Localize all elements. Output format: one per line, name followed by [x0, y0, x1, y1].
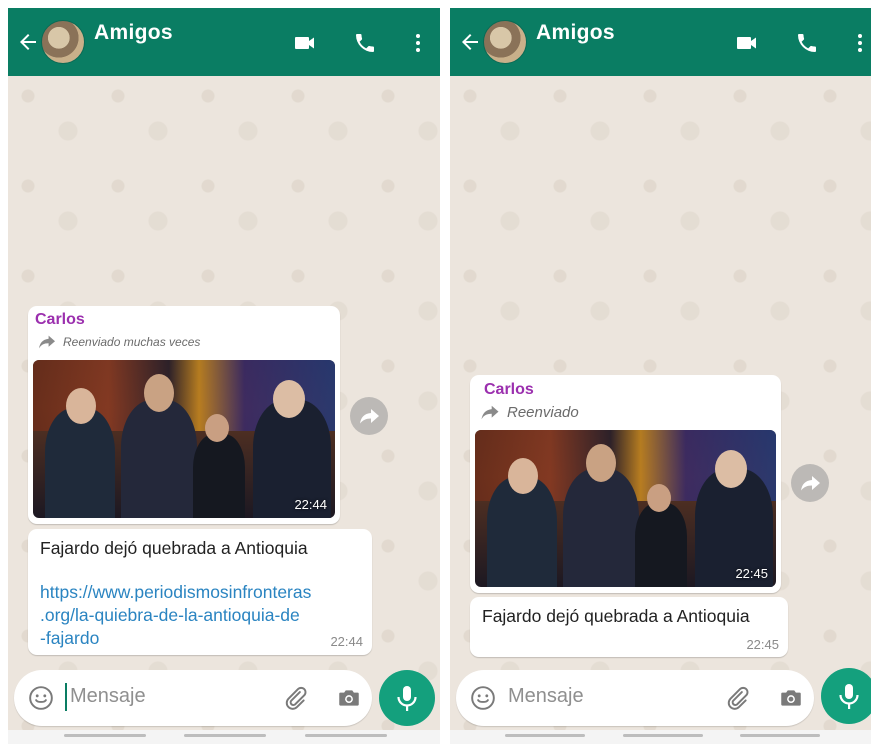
message-link-line-2[interactable]: .org/la-quiebra-de-la-antioquia-de: [40, 604, 300, 627]
message-input-placeholder[interactable]: Mensaje: [508, 685, 584, 708]
video-call-icon[interactable]: [293, 31, 317, 55]
more-vert-icon[interactable]: [406, 31, 430, 55]
emoji-icon[interactable]: [470, 685, 496, 711]
text-message-bubble[interactable]: Fajardo dejó quebrada a Antioquia https:…: [28, 529, 372, 655]
share-button[interactable]: [350, 397, 388, 435]
camera-icon[interactable]: [778, 685, 804, 711]
phone-icon[interactable]: [353, 31, 377, 55]
forwarded-label: Reenviado muchas veces: [37, 334, 200, 350]
video-call-icon[interactable]: [735, 31, 759, 55]
left-screen: Amigos Carlos Reenviado muchas veces 22:…: [8, 8, 440, 744]
share-icon: [360, 409, 379, 424]
message-time: 22:44: [330, 634, 363, 649]
chat-title[interactable]: Amigos: [94, 21, 173, 45]
text-caret: [65, 683, 67, 711]
sender-name: Carlos: [484, 381, 534, 398]
message-text: Fajardo dejó quebrada a Antioquia: [40, 538, 308, 558]
group-avatar[interactable]: [41, 20, 85, 64]
chat-header: Amigos: [8, 8, 440, 76]
forward-icon: [481, 405, 499, 420]
image-timestamp: 22:45: [735, 566, 768, 581]
system-nav-bar: [450, 730, 871, 744]
system-nav-bar: [8, 730, 440, 744]
message-time: 22:45: [746, 637, 779, 652]
message-input-bar[interactable]: Mensaje: [456, 670, 814, 726]
message-link-line-1[interactable]: https://www.periodismosinfronteras: [40, 581, 311, 604]
image-message-bubble[interactable]: Carlos Reenviado muchas veces 22:44: [28, 306, 340, 524]
more-vert-icon[interactable]: [848, 31, 871, 55]
sender-name: Carlos: [35, 311, 85, 328]
message-photo[interactable]: 22:45: [475, 430, 776, 587]
forward-icon: [39, 335, 55, 349]
message-photo[interactable]: 22:44: [33, 360, 335, 518]
message-text: Fajardo dejó quebrada a Antioquia: [482, 606, 750, 626]
group-avatar[interactable]: [483, 20, 527, 64]
back-arrow-icon[interactable]: [16, 30, 40, 54]
image-timestamp: 22:44: [294, 497, 327, 512]
chat-header: Amigos: [450, 8, 871, 76]
chat-title[interactable]: Amigos: [536, 21, 615, 45]
message-input-placeholder[interactable]: Mensaje: [70, 685, 146, 708]
attach-icon[interactable]: [724, 685, 750, 711]
message-link-line-3[interactable]: -fajardo: [40, 627, 99, 650]
share-icon: [801, 476, 820, 491]
camera-icon[interactable]: [336, 685, 362, 711]
phone-icon[interactable]: [795, 31, 819, 55]
mic-button[interactable]: [821, 668, 871, 724]
mic-button[interactable]: [379, 670, 435, 726]
mic-icon: [397, 686, 417, 711]
attach-icon[interactable]: [282, 685, 308, 711]
share-button[interactable]: [791, 464, 829, 502]
text-message-bubble[interactable]: Fajardo dejó quebrada a Antioquia 22:45: [470, 597, 788, 657]
right-screen: Amigos Carlos Reenviado 22:45 Fajardo de…: [450, 8, 871, 744]
emoji-icon[interactable]: [28, 685, 54, 711]
back-arrow-icon[interactable]: [458, 30, 482, 54]
forwarded-label: Reenviado: [479, 404, 579, 421]
mic-icon: [839, 684, 859, 709]
message-input-bar[interactable]: Mensaje: [14, 670, 372, 726]
image-message-bubble[interactable]: Carlos Reenviado 22:45: [470, 375, 781, 593]
